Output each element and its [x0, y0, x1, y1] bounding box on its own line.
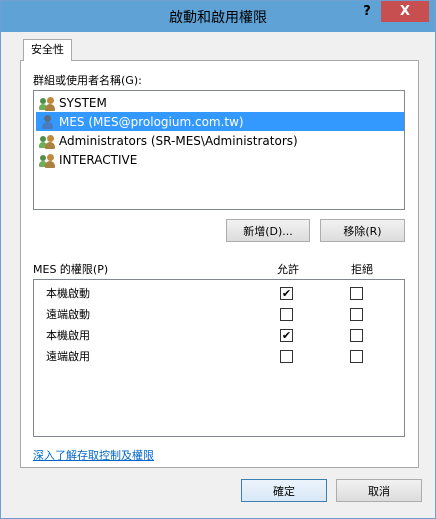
close-icon: X [399, 4, 411, 19]
help-button[interactable]: ? [354, 1, 380, 22]
list-item-administrators[interactable]: Administrators (SR-MES\Administrators) [36, 131, 404, 150]
title-bar[interactable]: 啟動和啟用權限 ? X [1, 1, 435, 32]
add-button[interactable]: 新增(D)... [226, 219, 310, 242]
cancel-button[interactable]: 取消 [336, 479, 422, 502]
deny-checkbox-local-launch[interactable] [350, 287, 363, 300]
permission-row: 本機啟動 [46, 283, 396, 303]
deny-checkbox-remote-activation[interactable] [350, 350, 363, 363]
permissions-label: MES 的權限(P) [33, 263, 109, 276]
permissions-list: 本機啟動 遠端啟動 本機啟用 遠端啟用 ✔ ✔ [33, 279, 405, 437]
permission-row: 遠端啟用 [46, 346, 396, 366]
list-item-label: INTERACTIVE [59, 152, 138, 167]
list-item-label: Administrators (SR-MES\Administrators) [59, 133, 298, 148]
ok-button[interactable]: 確定 [241, 479, 327, 502]
help-icon: ? [363, 4, 371, 19]
access-control-help-link[interactable]: 深入了解存取控制及權限 [33, 447, 154, 463]
group-icon [39, 133, 56, 149]
permission-row: 本機啟用 [46, 325, 396, 345]
user-icon [39, 114, 56, 130]
allow-checkbox-remote-activation[interactable] [280, 350, 293, 363]
group-user-list[interactable]: SYSTEM MES (MES@prologium.com.tw) Admini… [33, 90, 405, 210]
deny-checkbox-remote-launch[interactable] [350, 308, 363, 321]
allow-checkbox-local-launch[interactable]: ✔ [280, 287, 293, 300]
allow-checkbox-local-activation[interactable]: ✔ [280, 329, 293, 342]
allow-checkbox-remote-launch[interactable] [280, 308, 293, 321]
permission-name: 遠端啟動 [46, 308, 90, 321]
permission-name: 本機啟用 [46, 329, 90, 342]
permission-name: 遠端啟用 [46, 350, 90, 363]
close-button[interactable]: X [381, 1, 429, 22]
deny-header: 拒絕 [351, 263, 373, 276]
dialog-window: 啟動和啟用權限 ? X 安全性 群組或使用者名稱(G): SYSTEM MES … [0, 0, 436, 519]
allow-header: 允許 [277, 263, 299, 276]
list-item-mes[interactable]: MES (MES@prologium.com.tw) [36, 112, 404, 131]
group-icon [39, 95, 56, 111]
groups-label: 群組或使用者名稱(G): [33, 74, 142, 87]
list-item-interactive[interactable]: INTERACTIVE [36, 150, 404, 169]
remove-button[interactable]: 移除(R) [320, 219, 405, 242]
list-item-system[interactable]: SYSTEM [36, 93, 404, 112]
list-item-label: SYSTEM [59, 95, 107, 110]
permission-name: 本機啟動 [46, 287, 90, 300]
list-item-label: MES (MES@prologium.com.tw) [59, 114, 244, 129]
deny-checkbox-local-activation[interactable] [350, 329, 363, 342]
tab-security[interactable]: 安全性 [23, 39, 72, 61]
group-icon [39, 152, 56, 168]
permission-row: 遠端啟動 [46, 304, 396, 324]
